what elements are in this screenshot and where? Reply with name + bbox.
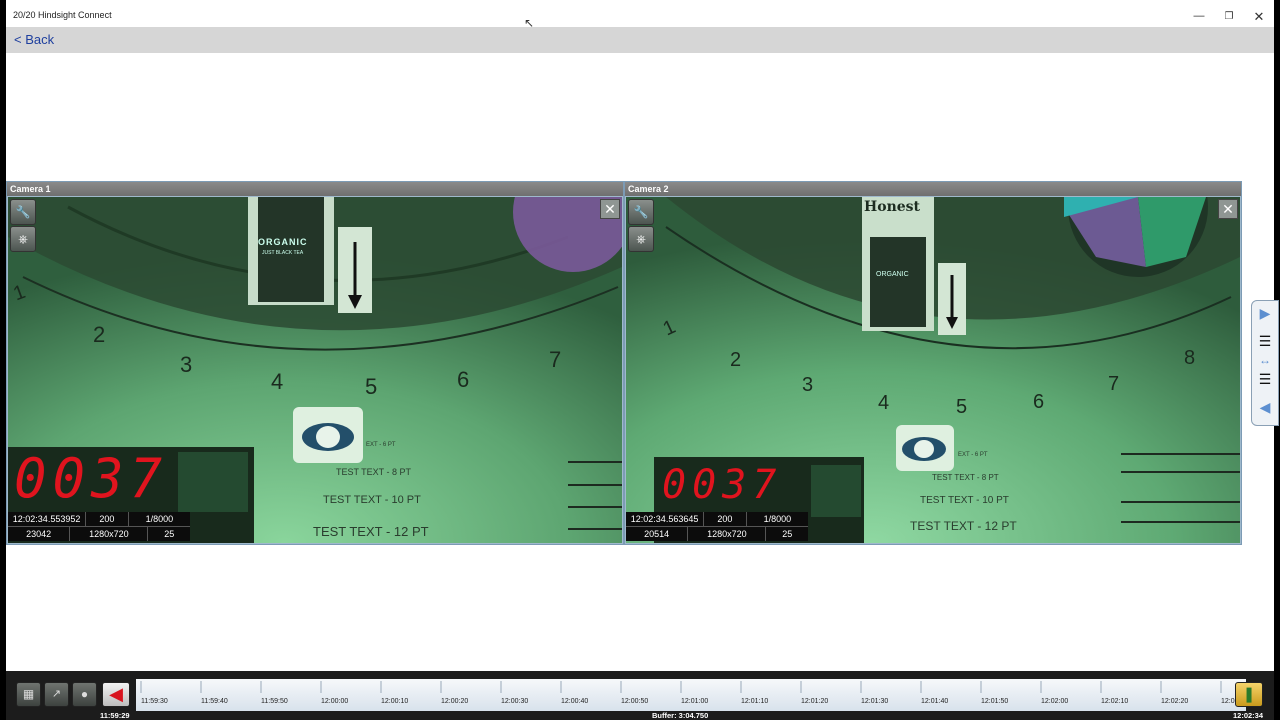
test-text: TEST TEXT - 10 PT xyxy=(323,494,421,506)
frame-number: 23042 xyxy=(8,527,71,541)
camera-panel-2: Camera 2 Honest ORGANIC 1 2 3 4 5 6 7 8 … xyxy=(624,181,1242,545)
scale-number: 7 xyxy=(549,347,562,372)
play-forward-icon[interactable]: ▶ xyxy=(1256,305,1274,322)
timeline-tick: 12:02:10 xyxy=(1101,698,1129,705)
close-window-icon[interactable]: ✕ xyxy=(1244,8,1274,25)
timeline-tick: 12:00:10 xyxy=(381,698,409,705)
timeline-tick: 12:01:00 xyxy=(681,698,709,705)
shutter: 200 xyxy=(704,512,747,526)
timeline-end-time: 12:02:34 xyxy=(1233,711,1264,720)
shutter: 200 xyxy=(86,512,129,526)
scale-number: 6 xyxy=(1033,391,1045,413)
timeline-bar: ▦ ↗ ● ◀ 11:59:30 11:59:40 11:59:50 12:00… xyxy=(6,671,1274,720)
camera-feed[interactable]: Honest ORGANIC 1 2 3 4 5 6 7 8 EXT - 6 P… xyxy=(626,197,1240,543)
timeline-tick: 12:00:40 xyxy=(561,698,589,705)
back-button[interactable]: < Back xyxy=(14,32,54,47)
timeline-tick: 12:01:10 xyxy=(741,698,769,705)
exposure: 1/8000 xyxy=(763,514,792,524)
test-text: EXT - 6 PT xyxy=(366,442,396,448)
led-counter: 0037 xyxy=(14,447,169,510)
timeline-tick: 12:00:50 xyxy=(621,698,649,705)
test-text: TEST TEXT - 8 PT xyxy=(932,473,999,482)
product-label: ORGANIC xyxy=(258,237,308,247)
led-counter: 0037 xyxy=(662,462,783,508)
scale-number: 4 xyxy=(878,392,890,414)
app-window: 20/20 Hindsight Connect — ❐ ✕ < Back Cam… xyxy=(6,0,1274,720)
side-control-panel: ▶ ☰ ↔ ☰ ◀ xyxy=(1251,300,1279,426)
scale-number: 7 xyxy=(1108,373,1120,395)
scale-number: 2 xyxy=(730,349,742,371)
scale-number: 6 xyxy=(457,367,470,392)
scale-number: 4 xyxy=(271,369,284,394)
scale-number: 2 xyxy=(93,322,106,347)
timeline-tick: 12:01:30 xyxy=(861,698,889,705)
timeline-tick: 12:00:00 xyxy=(321,698,349,705)
scale-number: 8 xyxy=(1184,347,1196,369)
timeline-tick: 12:01:20 xyxy=(801,698,829,705)
timestamp: 12:02:34.553952 xyxy=(8,512,87,526)
menu-icon[interactable]: ☰ xyxy=(1256,371,1274,388)
export-marker-icon[interactable]: ❚ xyxy=(1235,682,1263,707)
play-reverse-icon[interactable]: ◀ xyxy=(102,682,130,707)
test-text: TEST TEXT - 12 PT xyxy=(910,519,1017,533)
timestamp: 12:02:34.563645 xyxy=(626,512,705,526)
camera-title: Camera 2 xyxy=(625,182,1241,196)
timeline-ruler[interactable]: 11:59:30 11:59:40 11:59:50 12:00:00 12:0… xyxy=(136,679,1246,711)
camera-mode-icon[interactable]: ⎈ xyxy=(10,226,36,252)
expand-horizontal-icon[interactable]: ↔ xyxy=(1256,353,1274,367)
camera-mode-icon[interactable]: ⎈ xyxy=(628,226,654,252)
product-sublabel: ORGANIC xyxy=(876,271,909,278)
timeline-tick: 11:59:50 xyxy=(261,698,288,705)
resolution: 1280x720 xyxy=(688,527,767,541)
camera-info-overlay: 12:02:34.553952 200 1/8000 23042 1280x72… xyxy=(8,512,190,541)
scale-number: 5 xyxy=(365,374,378,399)
fps: 25 xyxy=(782,529,793,539)
timeline-tick: 11:59:30 xyxy=(141,698,168,705)
chart-icon[interactable]: ↗ xyxy=(44,682,69,707)
product-label: Honest xyxy=(864,199,920,215)
camera-title: Camera 1 xyxy=(7,182,623,196)
test-text: EXT - 6 PT xyxy=(958,452,988,458)
scale-number: 3 xyxy=(180,352,193,377)
camera-info-overlay: 12:02:34.563645 200 1/8000 20514 1280x72… xyxy=(626,512,808,541)
mouse-cursor-icon: ↖ xyxy=(524,16,535,30)
fps: 25 xyxy=(164,529,175,539)
timeline-tick: 12:00:30 xyxy=(501,698,529,705)
timeline-ticks xyxy=(140,681,1222,693)
settings-wrench-icon[interactable]: 🔧 xyxy=(628,199,654,225)
settings-wrench-icon[interactable]: 🔧 xyxy=(10,199,36,225)
frame-number: 20514 xyxy=(626,527,689,541)
menu-icon[interactable]: ☰ xyxy=(1256,333,1274,350)
timeline-tick: 12:01:50 xyxy=(981,698,1009,705)
test-text: TEST TEXT - 12 PT xyxy=(313,524,429,539)
timeline-start-time: 11:59:29 xyxy=(100,711,130,720)
play-back-icon[interactable]: ◀ xyxy=(1256,399,1274,416)
buffer-length: Buffer: 3:04.750 xyxy=(652,711,709,720)
product-sublabel: JUST BLACK TEA xyxy=(262,250,304,256)
timeline-tick: 12:02:20 xyxy=(1161,698,1189,705)
timeline-tick: 12:01:40 xyxy=(921,698,949,705)
minimize-icon[interactable]: — xyxy=(1184,8,1214,25)
exposure: 1/8000 xyxy=(145,514,174,524)
grid-view-icon[interactable]: ▦ xyxy=(16,682,41,707)
close-camera-icon[interactable]: ✕ xyxy=(1218,199,1238,219)
camera-panel-1: Camera 1 ORGANIC JUST BLACK TEA 1 2 3 4 … xyxy=(6,181,624,545)
close-camera-icon[interactable]: ✕ xyxy=(600,199,620,219)
test-text: TEST TEXT - 8 PT xyxy=(336,467,412,477)
timeline-tick: 11:59:40 xyxy=(201,698,228,705)
test-text: TEST TEXT - 10 PT xyxy=(920,495,1009,506)
title-bar: 20/20 Hindsight Connect — ❐ ✕ xyxy=(6,6,1274,27)
resolution: 1280x720 xyxy=(70,527,149,541)
camera-feed[interactable]: ORGANIC JUST BLACK TEA 1 2 3 4 5 6 7 EXT… xyxy=(8,197,622,543)
timeline-tick: 12:00:20 xyxy=(441,698,469,705)
timeline-tick: 12:02:00 xyxy=(1041,698,1069,705)
nav-bar: < Back xyxy=(6,27,1274,53)
location-pin-icon[interactable]: ● xyxy=(72,682,97,707)
window-title: 20/20 Hindsight Connect xyxy=(13,10,112,20)
scale-number: 5 xyxy=(956,396,968,418)
restore-icon[interactable]: ❐ xyxy=(1214,8,1244,25)
scale-number: 3 xyxy=(802,374,814,396)
